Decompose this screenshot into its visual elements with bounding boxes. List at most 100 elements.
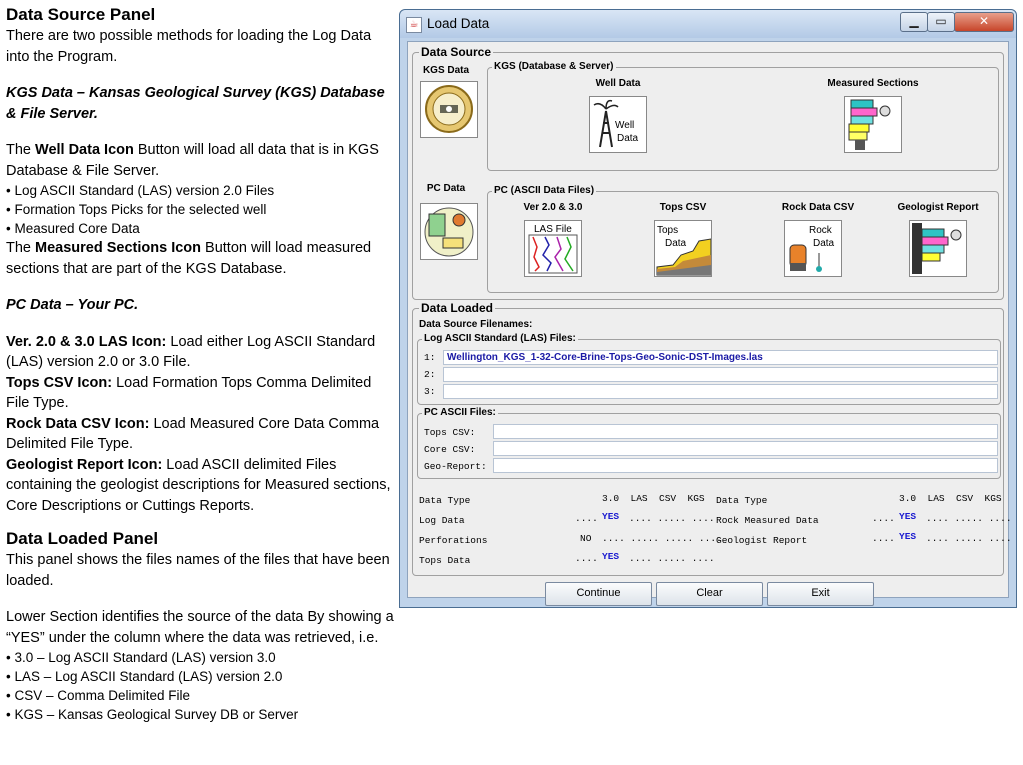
pc-file-row: Geo-Report: xyxy=(424,458,1000,474)
text-bold: Geologist Report Icon: xyxy=(6,456,163,473)
las-files-group: Log ASCII Standard (LAS) Files: 1: Welli… xyxy=(417,333,1001,405)
exit-button[interactable]: Exit xyxy=(767,582,874,606)
kgs-heading: KGS Data – Kansas Geological Survey (KGS… xyxy=(6,85,385,122)
geologist-report-icon xyxy=(912,223,962,274)
pc-heading: PC Data – Your PC. xyxy=(6,297,139,313)
well-data-label: Well Data xyxy=(595,78,641,89)
rock-data-icon: Rock Data xyxy=(789,225,835,272)
clear-button[interactable]: Clear xyxy=(656,582,763,606)
status-row-name: Geologist Report xyxy=(716,535,808,546)
text-span: The xyxy=(6,142,36,158)
load-data-window: ☕ Load Data ▁ ▭ ✕ Data Source KGS Data K… xyxy=(399,9,1017,608)
filenames-label: Data Source Filenames: xyxy=(419,319,533,330)
las-file-field[interactable] xyxy=(443,367,998,382)
data-source-heading: Data Source Panel xyxy=(6,5,156,24)
status-row-name: Perforations xyxy=(419,535,488,546)
geologist-report-button[interactable] xyxy=(909,220,967,277)
measured-paragraph: The Measured Sections Icon Button will l… xyxy=(6,238,396,279)
tops-csv-icon: Tops Data xyxy=(656,225,712,276)
las-file-row: 2: xyxy=(424,367,1000,383)
pc-file-row: Core CSV: xyxy=(424,441,1000,457)
status-header-type: Data Type xyxy=(716,495,768,506)
status-dots: .... ..... ..... .... xyxy=(602,533,722,544)
status-header-cols: 3.0 LAS CSV KGS xyxy=(602,493,705,504)
las-file-icon: LAS File xyxy=(528,224,578,274)
text-bold: Well Data Icon xyxy=(35,142,134,158)
kgs-bullet: • Log ASCII Standard (LAS) version 2.0 F… xyxy=(6,183,275,198)
measured-sections-label: Measured Sections xyxy=(827,78,919,89)
tops-icon-text: Tops xyxy=(657,225,678,236)
kgs-bullet: • Formation Tops Picks for the selected … xyxy=(6,202,267,217)
core-csv-field[interactable] xyxy=(493,441,998,456)
pc-data-label: PC Data xyxy=(426,183,466,194)
rock-csv-button[interactable]: Rock Data xyxy=(784,220,842,277)
status-dots: .... xyxy=(872,513,895,524)
tops-csv-field[interactable] xyxy=(493,424,998,439)
col-bullet: • KGS – Kansas Geological Survey DB or S… xyxy=(6,707,299,722)
tops-paragraph: Tops CSV Icon: Load Formation Tops Comma… xyxy=(6,373,396,414)
las-file-field[interactable]: Wellington_KGS_1-32-Core-Brine-Tops-Geo-… xyxy=(443,350,998,365)
status-flag: YES xyxy=(899,531,917,542)
title-bar[interactable]: ☕ Load Data ▁ ▭ ✕ xyxy=(400,10,1016,38)
tops-csv-label: Tops CSV xyxy=(659,202,707,213)
status-flag: YES xyxy=(602,511,620,522)
kgs-data-label: KGS Data xyxy=(422,65,470,76)
rock-icon-text: Data xyxy=(813,238,835,249)
kgs-data-button[interactable] xyxy=(420,81,478,138)
data-loaded-heading: Data Loaded Panel xyxy=(6,529,159,548)
ver-label: Ver 2.0 & 3.0 xyxy=(523,202,583,213)
well-data-paragraph: The Well Data Icon Button will load all … xyxy=(6,140,396,181)
status-dots: .... xyxy=(575,513,598,524)
status-row-name: Tops Data xyxy=(419,555,471,566)
pc-group: PC (ASCII Data Files) Ver 2.0 & 3.0 LAS … xyxy=(487,185,999,293)
tops-icon-text: Data xyxy=(665,238,687,249)
rock-paragraph: Rock Data CSV Icon: Load Measured Core D… xyxy=(6,414,396,455)
las-file-button[interactable]: LAS File xyxy=(524,220,582,277)
pc-files-group: PC ASCII Files: Tops CSV: Core CSV: Geo-… xyxy=(417,407,1001,479)
well-icon-text: Data xyxy=(617,133,639,144)
pc-file-label: Tops CSV: xyxy=(424,427,476,438)
well-data-button[interactable]: Well Data xyxy=(589,96,647,153)
tops-csv-button[interactable]: Tops Data xyxy=(654,220,712,277)
lower-text: Lower Section identifies the source of t… xyxy=(6,609,394,646)
description-panel: Data Source Panel There are two possible… xyxy=(6,4,396,724)
pc-data-icon xyxy=(424,207,474,257)
java-app-icon: ☕ xyxy=(406,17,422,33)
minimize-button[interactable]: ▁ xyxy=(900,12,928,32)
col-bullet: • LAS – Log ASCII Standard (LAS) version… xyxy=(6,669,283,684)
measured-sections-button[interactable] xyxy=(844,96,902,153)
pc-files-label: PC ASCII Files: xyxy=(422,407,498,419)
geo-paragraph: Geologist Report Icon: Load ASCII delimi… xyxy=(6,455,396,517)
las-file-row: 3: xyxy=(424,384,1000,400)
maximize-button[interactable]: ▭ xyxy=(927,12,955,32)
continue-button[interactable]: Continue xyxy=(545,582,652,606)
pc-file-label: Geo-Report: xyxy=(424,461,487,472)
status-flag: YES xyxy=(602,551,620,562)
close-button[interactable]: ✕ xyxy=(954,12,1014,32)
status-flag: NO xyxy=(580,533,592,544)
well-icon-text: Well xyxy=(615,120,634,131)
status-row-name: Rock Measured Data xyxy=(716,515,819,526)
row-number: 1: xyxy=(424,352,436,363)
status-dots: .... ..... .... xyxy=(629,513,715,524)
las-icon-text: LAS File xyxy=(534,224,572,235)
well-derrick-icon: Well Data xyxy=(593,99,639,148)
row-number: 3: xyxy=(424,386,436,397)
status-flag: YES xyxy=(899,511,917,522)
kgs-bullet: • Measured Core Data xyxy=(6,221,140,236)
status-header-cols: 3.0 LAS CSV KGS xyxy=(899,493,1002,504)
las-file-field[interactable] xyxy=(443,384,998,399)
rock-csv-label: Rock Data CSV xyxy=(781,202,855,213)
geo-report-field[interactable] xyxy=(493,458,998,473)
las-file-row: 1: Wellington_KGS_1-32-Core-Brine-Tops-G… xyxy=(424,350,1000,366)
las-paragraph: Ver. 2.0 & 3.0 LAS Icon: Load either Log… xyxy=(6,332,396,373)
text-bold: Ver. 2.0 & 3.0 LAS Icon: xyxy=(6,333,167,350)
text-bold: Tops CSV Icon: xyxy=(6,374,113,391)
window-content: Data Source KGS Data KGS (Database & Ser… xyxy=(407,41,1012,606)
status-dots: .... ..... .... xyxy=(629,553,715,564)
kgs-group: KGS (Database & Server) Well Data Well D… xyxy=(487,61,999,171)
status-dots: .... xyxy=(872,533,895,544)
row-number: 2: xyxy=(424,369,436,380)
pc-data-button[interactable] xyxy=(420,203,478,260)
status-dots: .... ..... .... xyxy=(926,533,1012,544)
